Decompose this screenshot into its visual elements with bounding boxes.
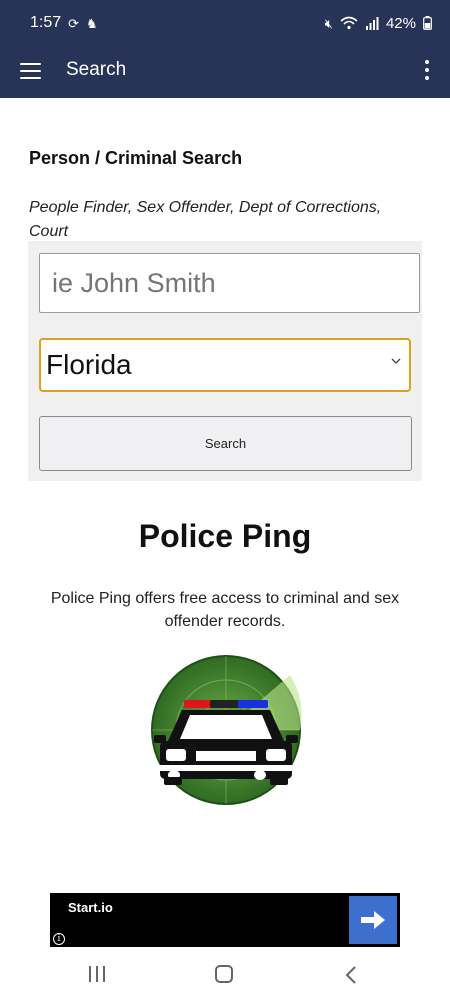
system-nav-bar — [0, 950, 450, 1000]
search-form: Florida Search — [28, 241, 422, 481]
home-icon[interactable] — [215, 965, 233, 983]
section-title: Person / Criminal Search — [29, 148, 243, 168]
battery-icon — [423, 16, 432, 30]
ad-brand-name: Start.io — [68, 900, 113, 915]
search-button[interactable]: Search — [39, 416, 412, 471]
more-options-icon[interactable] — [424, 59, 430, 81]
sync-icon: ⟳ — [68, 15, 80, 31]
ad-banner[interactable]: Start.io i — [50, 893, 400, 947]
brand-heading: Police Ping — [138, 518, 312, 554]
notification-icon: ♞ — [86, 15, 98, 31]
status-time: 1:57 — [30, 14, 62, 31]
battery-percent: 42% — [385, 14, 416, 32]
app-bar: Search — [0, 46, 450, 98]
chevron-down-icon — [391, 358, 401, 364]
back-icon[interactable] — [344, 965, 358, 985]
state-select-value: Florida — [46, 349, 132, 380]
ad-arrow-button[interactable] — [349, 896, 397, 944]
mute-icon: 🔇︎ — [324, 15, 333, 31]
recents-icon[interactable] — [89, 966, 107, 982]
state-select[interactable]: Florida — [39, 338, 411, 392]
wifi-icon — [340, 16, 358, 30]
app-title: Search — [66, 59, 127, 80]
brand-description: Police Ping offers free access to crimin… — [50, 590, 400, 630]
status-bar: 1:57 ⟳ ♞ 🔇︎ 42% — [0, 0, 450, 46]
ad-info-icon[interactable]: i — [53, 933, 65, 945]
section-subtitle: People Finder, Sex Offender, Dept of Cor… — [29, 199, 382, 240]
hamburger-menu-icon[interactable] — [20, 63, 41, 79]
arrow-right-icon — [361, 911, 385, 929]
police-car-radar-logo — [151, 655, 302, 805]
signal-icon — [365, 17, 379, 30]
name-search-input[interactable] — [39, 253, 420, 313]
